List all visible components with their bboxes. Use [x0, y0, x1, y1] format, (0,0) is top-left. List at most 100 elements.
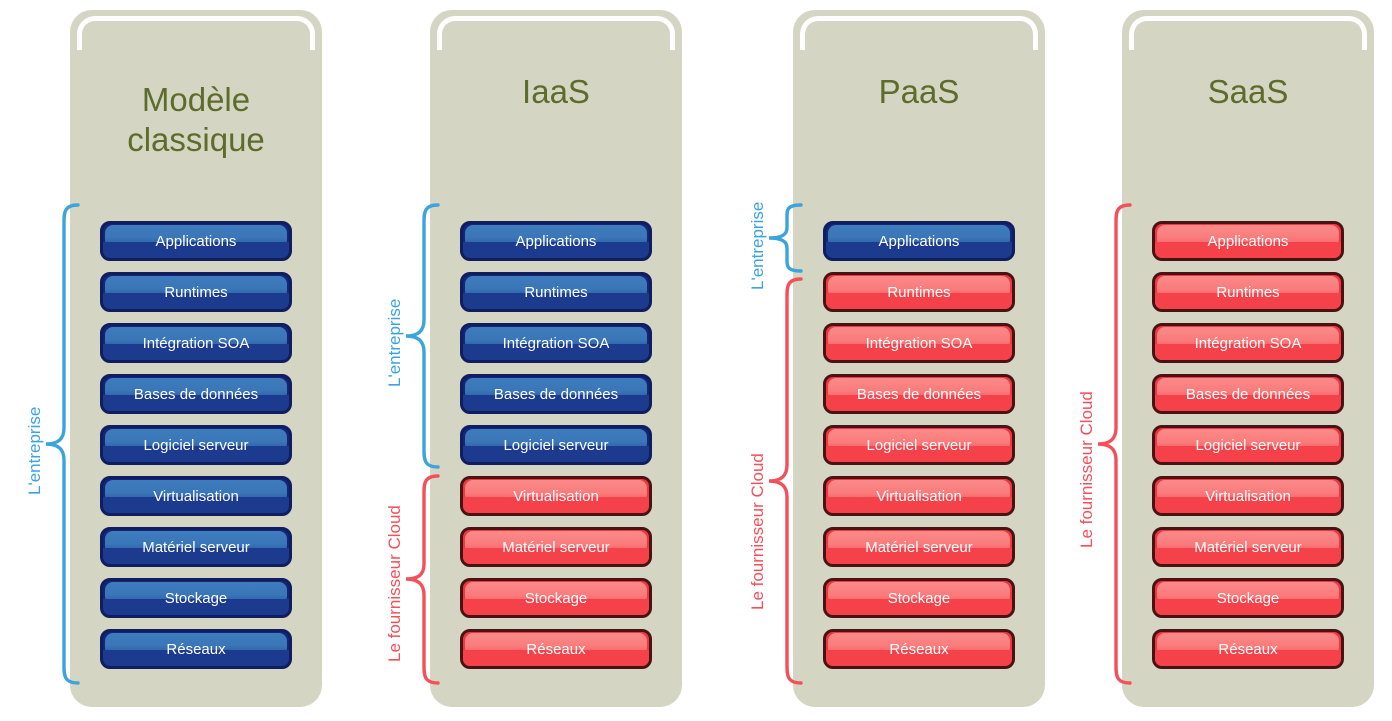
layer-box-runtimes[interactable]: Runtimes — [1152, 272, 1344, 312]
layer-label: Intégration SOA — [865, 334, 973, 352]
column-title-saas: SaaS — [1122, 72, 1374, 112]
layer-label: Runtimes — [164, 283, 228, 301]
layer-label: Stockage — [887, 589, 951, 607]
brace-enterprise-paas — [767, 203, 803, 273]
layer-box-stockage[interactable]: Stockage — [460, 578, 652, 618]
brace-label-enterprise-iaas: L'entreprise — [385, 298, 404, 387]
layer-label: Matériel serveur — [502, 538, 610, 556]
layer-label: Virtualisation — [876, 487, 962, 505]
column-title-modele-classique: Modèle classique — [70, 80, 322, 160]
layer-label: Bases de données — [856, 385, 982, 403]
layer-box-applications[interactable]: Applications — [823, 221, 1015, 261]
layer-label: Runtimes — [1216, 283, 1280, 301]
brace-enterprise-iaas — [404, 203, 440, 469]
brace-label-provider-paas: Le fournisseur Cloud — [748, 453, 767, 610]
layer-label: Stockage — [1216, 589, 1280, 607]
layer-label: Logiciel serveur — [143, 436, 249, 454]
layer-label: Bases de données — [493, 385, 619, 403]
layer-box-integration-soa[interactable]: Intégration SOA — [823, 323, 1015, 363]
layer-label: Applications — [878, 232, 960, 250]
column-title-line1: IaaS — [522, 73, 590, 110]
layer-box-reseaux[interactable]: Réseaux — [823, 629, 1015, 669]
layer-label: Stockage — [524, 589, 588, 607]
layer-label: Logiciel serveur — [503, 436, 609, 454]
layer-label: Logiciel serveur — [1195, 436, 1301, 454]
layer-box-materiel-serveur[interactable]: Matériel serveur — [100, 527, 292, 567]
brace-provider-saas — [1096, 203, 1132, 685]
layer-box-reseaux[interactable]: Réseaux — [100, 629, 292, 669]
layer-label: Virtualisation — [1205, 487, 1291, 505]
cloud-service-models-diagram: Modèle classique Applications Runtimes I… — [0, 0, 1392, 721]
layer-box-integration-soa[interactable]: Intégration SOA — [460, 323, 652, 363]
layer-box-applications[interactable]: Applications — [460, 221, 652, 261]
layer-box-logiciel-serveur[interactable]: Logiciel serveur — [1152, 425, 1344, 465]
column-title-line2: classique — [127, 121, 265, 158]
layer-stack: Applications Runtimes Intégration SOA Ba… — [1122, 221, 1374, 669]
layer-label: Applications — [1207, 232, 1289, 250]
layer-box-runtimes[interactable]: Runtimes — [460, 272, 652, 312]
layer-box-integration-soa[interactable]: Intégration SOA — [1152, 323, 1344, 363]
layer-box-applications[interactable]: Applications — [1152, 221, 1344, 261]
layer-box-logiciel-serveur[interactable]: Logiciel serveur — [823, 425, 1015, 465]
layer-box-logiciel-serveur[interactable]: Logiciel serveur — [460, 425, 652, 465]
layer-box-runtimes[interactable]: Runtimes — [100, 272, 292, 312]
layer-box-virtualisation[interactable]: Virtualisation — [100, 476, 292, 516]
brace-label-provider-iaas: Le fournisseur Cloud — [385, 505, 404, 662]
layer-label: Applications — [155, 232, 237, 250]
layer-label: Virtualisation — [153, 487, 239, 505]
brace-label-provider-saas: Le fournisseur Cloud — [1077, 391, 1096, 548]
layer-label: Stockage — [164, 589, 228, 607]
layer-box-stockage[interactable]: Stockage — [1152, 578, 1344, 618]
layer-label: Matériel serveur — [865, 538, 973, 556]
layer-box-bases-de-donnees[interactable]: Bases de données — [1152, 374, 1344, 414]
column-modele-classique: Modèle classique Applications Runtimes I… — [70, 10, 322, 707]
brace-enterprise-modele-classique — [44, 203, 80, 685]
layer-label: Matériel serveur — [142, 538, 250, 556]
layer-box-materiel-serveur[interactable]: Matériel serveur — [823, 527, 1015, 567]
column-title-line1: Modèle — [141, 81, 251, 118]
layer-label: Applications — [515, 232, 597, 250]
layer-stack: Applications Runtimes Intégration SOA Ba… — [70, 221, 322, 669]
layer-label: Runtimes — [524, 283, 588, 301]
column-title-line1: PaaS — [878, 73, 960, 110]
layer-label: Logiciel serveur — [866, 436, 972, 454]
brace-label-enterprise-paas: L'entreprise — [748, 201, 767, 290]
layer-box-stockage[interactable]: Stockage — [100, 578, 292, 618]
layer-label: Réseaux — [889, 640, 949, 658]
layer-box-materiel-serveur[interactable]: Matériel serveur — [460, 527, 652, 567]
layer-box-integration-soa[interactable]: Intégration SOA — [100, 323, 292, 363]
layer-label: Runtimes — [887, 283, 951, 301]
layer-box-virtualisation[interactable]: Virtualisation — [1152, 476, 1344, 516]
layer-label: Intégration SOA — [142, 334, 250, 352]
layer-box-materiel-serveur[interactable]: Matériel serveur — [1152, 527, 1344, 567]
column-paas: PaaS Applications Runtimes Intégration S… — [793, 10, 1045, 707]
brace-provider-iaas — [404, 474, 440, 685]
column-title-paas: PaaS — [793, 72, 1045, 112]
layer-label: Intégration SOA — [502, 334, 610, 352]
layer-box-applications[interactable]: Applications — [100, 221, 292, 261]
layer-box-bases-de-donnees[interactable]: Bases de données — [100, 374, 292, 414]
layer-label: Réseaux — [1218, 640, 1278, 658]
brace-provider-paas — [767, 277, 803, 685]
layer-label: Réseaux — [166, 640, 226, 658]
layer-label: Réseaux — [526, 640, 586, 658]
column-saas: SaaS Applications Runtimes Intégration S… — [1122, 10, 1374, 707]
layer-label: Bases de données — [133, 385, 259, 403]
layer-box-reseaux[interactable]: Réseaux — [1152, 629, 1344, 669]
layer-stack: Applications Runtimes Intégration SOA Ba… — [793, 221, 1045, 669]
layer-label: Virtualisation — [513, 487, 599, 505]
layer-box-bases-de-donnees[interactable]: Bases de données — [460, 374, 652, 414]
layer-box-virtualisation[interactable]: Virtualisation — [460, 476, 652, 516]
layer-label: Matériel serveur — [1194, 538, 1302, 556]
layer-box-virtualisation[interactable]: Virtualisation — [823, 476, 1015, 516]
column-title-iaas: IaaS — [430, 72, 682, 112]
layer-box-stockage[interactable]: Stockage — [823, 578, 1015, 618]
layer-label: Intégration SOA — [1194, 334, 1302, 352]
column-title-line1: SaaS — [1207, 73, 1289, 110]
layer-stack: Applications Runtimes Intégration SOA Ba… — [430, 221, 682, 669]
layer-box-logiciel-serveur[interactable]: Logiciel serveur — [100, 425, 292, 465]
layer-box-reseaux[interactable]: Réseaux — [460, 629, 652, 669]
column-iaas: IaaS Applications Runtimes Intégration S… — [430, 10, 682, 707]
layer-box-runtimes[interactable]: Runtimes — [823, 272, 1015, 312]
layer-box-bases-de-donnees[interactable]: Bases de données — [823, 374, 1015, 414]
